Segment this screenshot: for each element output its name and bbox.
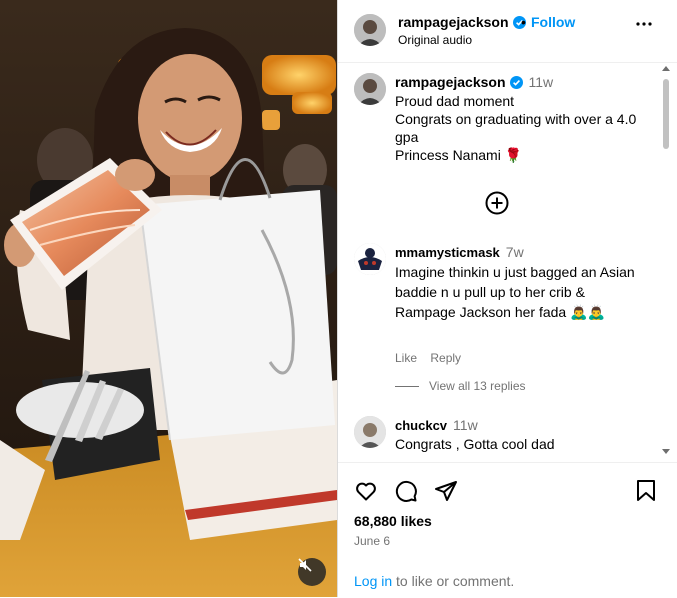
audio-label[interactable]: Original audio xyxy=(398,33,472,47)
comments-list[interactable]: rampagejackson 11w Proud dad moment Congr… xyxy=(338,63,677,461)
verified-badge-icon xyxy=(509,76,523,89)
caption-line: Princess Nanami 🌹 xyxy=(395,147,523,163)
replies-divider xyxy=(395,386,419,387)
mute-toggle-button[interactable] xyxy=(298,558,326,586)
comment-text: Imagine thinkin u just bagged an Asian b… xyxy=(395,264,635,320)
paper-plane-icon[interactable] xyxy=(434,479,458,503)
scroll-down-arrow-icon xyxy=(662,449,670,454)
post-header: rampagejackson • Follow Original audio xyxy=(338,0,677,63)
plus-circle-icon[interactable] xyxy=(485,191,509,215)
post-actions: 68,880 likes June 6 Log in to like or co… xyxy=(338,462,677,598)
commenter-avatar[interactable] xyxy=(354,416,386,448)
login-prompt: Log in to like or comment. xyxy=(354,573,514,589)
bookmark-icon[interactable] xyxy=(635,479,657,503)
comment-header: chuckcv 11w xyxy=(395,417,478,435)
comment-username[interactable]: mmamysticmask xyxy=(395,245,500,260)
comment-actions: Like Reply xyxy=(395,351,461,365)
separator-dot: • xyxy=(521,14,526,30)
comment-username[interactable]: chuckcv xyxy=(395,418,447,433)
shopping-bag xyxy=(140,190,335,440)
login-prompt-text: to like or comment. xyxy=(392,573,515,589)
heart-icon[interactable] xyxy=(354,479,378,503)
caption-header: rampagejackson 11w xyxy=(395,74,553,92)
caption-author-avatar[interactable] xyxy=(354,73,386,105)
author-username[interactable]: rampagejackson xyxy=(398,14,526,30)
more-options-icon[interactable] xyxy=(636,22,652,26)
comment-like-button[interactable]: Like xyxy=(395,351,417,365)
caption-text: Proud dad moment Congrats on graduating … xyxy=(395,92,645,164)
comments-scrollbar[interactable] xyxy=(660,63,672,461)
comment-text: Congrats , Gotta cool dad xyxy=(395,436,555,452)
muted-speaker-icon xyxy=(298,558,312,572)
ceiling-lamp xyxy=(262,55,336,95)
caption-line: Proud dad moment xyxy=(395,93,515,109)
caption-username[interactable]: rampagejackson xyxy=(395,74,506,90)
commenter-avatar[interactable] xyxy=(354,243,386,275)
login-link[interactable]: Log in xyxy=(354,573,392,589)
post-video[interactable] xyxy=(0,0,337,597)
comment-header: mmamysticmask 7w xyxy=(395,244,524,262)
comment-time[interactable]: 11w xyxy=(453,417,478,433)
caption-line: Congrats on graduating with over a 4.0 g… xyxy=(395,111,637,145)
follow-button[interactable]: Follow xyxy=(531,14,575,30)
post-side-panel: rampagejackson • Follow Original audio r… xyxy=(337,0,677,597)
author-username-text[interactable]: rampagejackson xyxy=(398,14,509,30)
comment-time[interactable]: 7w xyxy=(506,244,524,260)
comment-bubble-icon[interactable] xyxy=(394,479,418,503)
scroll-thumb xyxy=(663,79,669,149)
view-replies-button[interactable]: View all 13 replies xyxy=(429,379,526,393)
likes-count[interactable]: 68,880 likes xyxy=(354,513,432,529)
scroll-up-arrow-icon xyxy=(662,66,670,71)
video-frame xyxy=(0,0,337,597)
author-avatar[interactable] xyxy=(354,14,386,46)
post-date[interactable]: June 6 xyxy=(354,534,390,548)
comment-reply-button[interactable]: Reply xyxy=(430,351,461,365)
caption-time[interactable]: 11w xyxy=(529,74,554,90)
